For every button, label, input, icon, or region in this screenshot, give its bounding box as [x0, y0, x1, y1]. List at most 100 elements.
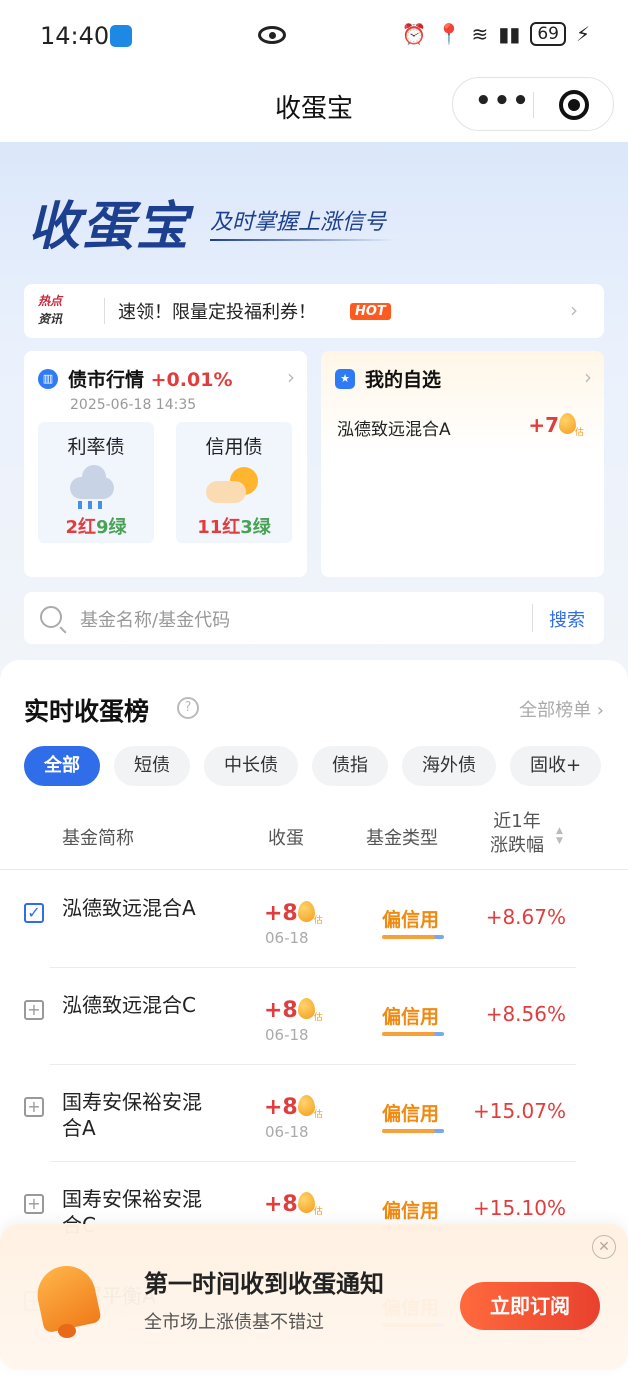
add-to-favorites-icon[interactable]: + [24, 1000, 44, 1020]
credit-bond-card[interactable]: 信用债 11红3绿 [176, 422, 292, 543]
brand-logo: 收蛋宝 [28, 197, 191, 257]
fund-name: 泓德致远混合C [62, 993, 196, 1017]
rate-bond-counts: 2红9绿 [38, 513, 154, 539]
fund-one-year-change: +15.10% [472, 1196, 566, 1220]
subscribe-banner: 第一时间收到收蛋通知 全市场上涨债基不错过 立即订阅 ✕ [0, 1224, 628, 1370]
all-rankings-label: 全部榜单 [519, 700, 592, 721]
tab-short-bond[interactable]: 短债 [114, 746, 190, 786]
fund-type-bar [382, 935, 444, 939]
subscribe-desc: 全市场上涨债基不错过 [144, 1312, 324, 1333]
egg-icon: 估 [297, 1192, 323, 1217]
close-mini-program-button[interactable] [559, 90, 589, 120]
col-eggs: 收蛋 [268, 828, 304, 849]
fund-egg-date: 06-18 [265, 929, 309, 947]
add-to-favorites-icon[interactable]: + [24, 1097, 44, 1117]
tab-mid-long-bond[interactable]: 中长债 [204, 746, 298, 786]
fund-name: 国寿安保裕安混合A [62, 1090, 202, 1140]
egg-icon: 估 [297, 998, 323, 1023]
my-favorites-card[interactable]: ★ 我的自选 › 泓德致远混合A +7 估 [321, 351, 604, 577]
search-button[interactable]: 搜索 [549, 606, 585, 632]
fund-type: 偏信用 [382, 909, 440, 931]
checked-checkbox[interactable]: ✓ [24, 903, 44, 923]
fund-type: 偏信用 [382, 1103, 440, 1125]
help-icon[interactable]: ? [177, 697, 199, 719]
fund-eggs: +8 估 [264, 1095, 323, 1120]
egg-icon: 估 [559, 413, 584, 438]
bond-market-card[interactable]: ▥ 债市行情 +0.01% › 2025-06-18 14:35 利率债 2红9… [24, 351, 307, 577]
fund-type-bar [382, 1129, 444, 1133]
favorite-fund-eggs: +7 估 [528, 413, 584, 438]
status-icons: ⏰ 📍 ≋ ▮▮ 69 ⚡ [402, 22, 590, 46]
more-menu-button[interactable]: ••• [475, 88, 529, 118]
estimate-mark: 估 [313, 1207, 323, 1217]
all-rankings-link[interactable]: 全部榜单 › [519, 696, 604, 722]
fund-one-year-change: +8.67% [485, 905, 566, 929]
bell-icon [28, 1260, 106, 1342]
slogan-underline [210, 239, 395, 241]
wifi-icon: ≋ [471, 22, 489, 46]
col-change-line1: 近1年 [493, 811, 541, 832]
credit-bond-name: 信用债 [205, 436, 263, 458]
col-one-year-change[interactable]: 近1年 涨跌幅 [490, 810, 544, 858]
app-notification-icon [110, 25, 132, 47]
tab-overseas-bond[interactable]: 海外债 [402, 746, 496, 786]
hot-news-tag: 热点 资讯 [38, 292, 72, 328]
egg-count: +7 [528, 413, 559, 437]
tab-fixed-income-plus[interactable]: 固收+ [510, 746, 602, 786]
category-tabs: 全部 短债 中长债 债指 海外债 固收+ [24, 746, 604, 786]
market-date: 2025-06-18 14:35 [70, 397, 197, 413]
rate-bond-card[interactable]: 利率债 2红9绿 [38, 422, 154, 543]
tab-all[interactable]: 全部 [24, 746, 100, 786]
favorites-title: 我的自选 [365, 369, 442, 391]
close-icon[interactable]: ✕ [592, 1235, 616, 1259]
chevron-right-icon: › [584, 365, 592, 389]
table-row[interactable]: + 泓德致远混合C +8 估 06-18 偏信用 +8.56% [0, 968, 628, 1065]
bookmark-icon: ★ [335, 369, 355, 389]
rate-bond-name: 利率债 [67, 436, 125, 458]
egg-count: +8 [264, 998, 298, 1023]
sort-icon[interactable]: ▲ ▼ [556, 826, 566, 846]
search-divider [532, 604, 533, 632]
status-bar: 14:40 ⏰ 📍 ≋ ▮▮ 69 ⚡ [0, 0, 628, 72]
egg-icon: 估 [297, 901, 323, 926]
status-time: 14:40 [40, 22, 110, 50]
search-bar: 基金名称/基金代码 搜索 [24, 592, 604, 644]
red-count: 11红 [197, 517, 241, 538]
fund-name: 泓德致远混合A [62, 896, 196, 920]
ranking-title: 实时收蛋榜 [24, 697, 150, 726]
title-bar: 收蛋宝 ••• [0, 72, 628, 142]
eye-icon [258, 26, 286, 44]
hero-section: 收蛋宝 及时掌握上涨信号 热点 资讯 速领！限量定投福利券！ HOT › ▥ 债… [0, 142, 628, 662]
search-input[interactable]: 基金名称/基金代码 [80, 606, 230, 632]
brand-slogan: 及时掌握上涨信号 [210, 210, 387, 235]
chevron-right-icon: › [570, 298, 578, 322]
alarm-icon: ⏰ [401, 22, 427, 46]
egg-count: +8 [264, 1095, 298, 1120]
fund-eggs: +8 估 [264, 998, 323, 1023]
table-row[interactable]: ✓ 泓德致远混合A +8 估 06-18 偏信用 +8.67% [0, 871, 628, 968]
news-notice-bar[interactable]: 热点 资讯 速领！限量定投福利券！ HOT › [24, 284, 604, 338]
favorite-fund-name[interactable]: 泓德致远混合A [337, 415, 451, 440]
fund-egg-date: 06-18 [265, 1123, 309, 1141]
chart-icon: ▥ [38, 369, 58, 389]
fund-type-bar [382, 1032, 444, 1036]
market-title-text: 债市行情 [68, 369, 145, 391]
sun-cloud-icon [204, 465, 264, 511]
egg-count: +8 [264, 1192, 298, 1217]
fund-eggs: +8 估 [264, 1192, 323, 1217]
col-fund-name: 基金简称 [62, 828, 134, 849]
fund-eggs: +8 估 [264, 901, 323, 926]
table-row[interactable]: + 国寿安保裕安混合A +8 估 06-18 偏信用 +15.07% [0, 1065, 628, 1162]
estimate-mark: 估 [313, 916, 323, 926]
add-to-favorites-icon[interactable]: + [24, 1194, 44, 1214]
tab-bond-index[interactable]: 债指 [312, 746, 388, 786]
fund-one-year-change: +8.56% [485, 1002, 566, 1026]
egg-count: +8 [264, 901, 298, 926]
green-count: 3绿 [240, 517, 271, 538]
green-count: 9绿 [96, 517, 127, 538]
red-count: 2红 [65, 517, 96, 538]
estimate-mark: 估 [313, 1110, 323, 1120]
subscribe-button[interactable]: 立即订阅 [460, 1282, 600, 1330]
rain-cloud-icon [66, 465, 126, 511]
charging-icon: ⚡ [575, 22, 590, 46]
